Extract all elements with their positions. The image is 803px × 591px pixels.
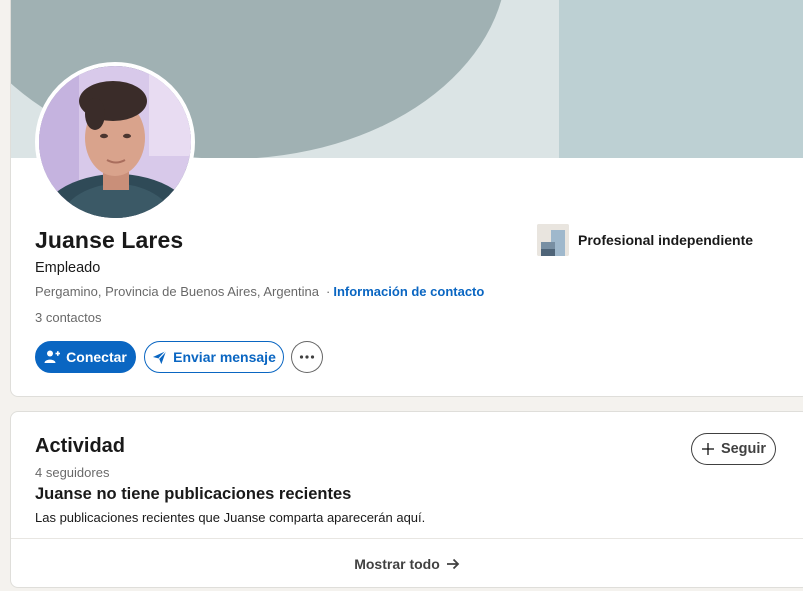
profile-location: Pergamino, Provincia de Buenos Aires, Ar… (35, 284, 320, 299)
location-row: Pergamino, Provincia de Buenos Aires, Ar… (35, 284, 484, 299)
no-posts-heading: Juanse no tiene publicaciones recientes (35, 485, 352, 503)
company-name: Profesional independiente (578, 232, 754, 248)
banner-strip (559, 0, 803, 158)
add-person-icon (44, 350, 61, 363)
connections-count: 3 contactos (35, 310, 102, 325)
send-message-label: Enviar mensaje (173, 349, 276, 365)
profile-card: Juanse Lares Empleado Pergamino, Provinc… (10, 0, 803, 397)
avatar-photo (39, 66, 191, 218)
connect-label: Conectar (66, 349, 127, 365)
show-all-label: Mostrar todo (354, 556, 440, 572)
plus-icon (701, 443, 714, 455)
activity-title: Actividad (35, 435, 126, 457)
activity-card: Actividad 4 seguidores Juanse no tiene p… (10, 411, 803, 588)
follow-label: Seguir (720, 441, 767, 457)
follow-button[interactable]: Seguir (691, 433, 776, 465)
current-company[interactable]: Profesional independiente (537, 224, 753, 256)
more-icon (299, 355, 315, 359)
profile-headline: Empleado (35, 260, 101, 276)
arrow-right-icon (446, 558, 460, 570)
no-posts-description: Las publicaciones recientes que Juanse c… (35, 510, 426, 525)
followers-count[interactable]: 4 seguidores (35, 465, 109, 480)
company-icon (537, 224, 569, 256)
avatar[interactable] (35, 62, 195, 222)
connect-button[interactable]: Conectar (35, 341, 136, 373)
company-logo (537, 224, 569, 256)
separator: · (326, 284, 331, 299)
contact-info-link[interactable]: Información de contacto (333, 284, 484, 299)
show-all-button[interactable]: Mostrar todo (11, 539, 803, 587)
profile-name: Juanse Lares (35, 227, 184, 253)
send-message-button[interactable]: Enviar mensaje (144, 341, 284, 373)
more-button[interactable] (291, 341, 323, 373)
send-icon (153, 350, 167, 364)
